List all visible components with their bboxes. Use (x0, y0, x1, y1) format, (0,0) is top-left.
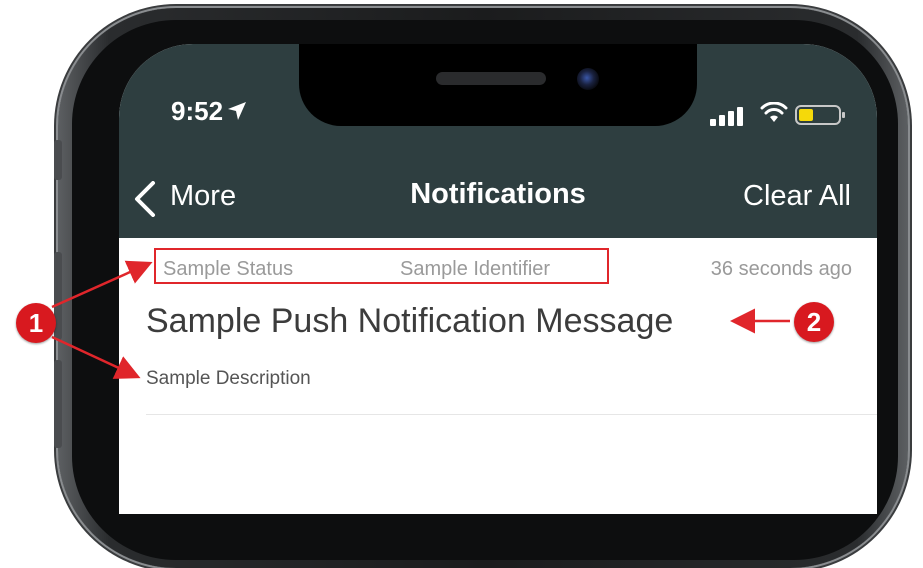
status-time: 9:52 (171, 96, 224, 126)
notification-list: Sample Status Sample Identifier 36 secon… (119, 238, 877, 514)
list-divider (146, 414, 877, 415)
front-camera (577, 68, 599, 90)
notch (299, 44, 697, 126)
clear-all-button[interactable]: Clear All (743, 180, 851, 213)
annotation-badge-1: 1 (16, 303, 56, 343)
notification-timestamp: 36 seconds ago (710, 258, 852, 280)
battery-icon (795, 105, 845, 125)
location-arrow-icon (228, 102, 246, 120)
annotation-highlight-box (154, 248, 609, 284)
annotation-badge-2: 2 (794, 302, 834, 342)
notification-message: Sample Push Notification Message (146, 302, 674, 340)
speaker-grille (436, 72, 546, 85)
phone-screen: 9:52 More Notifications Clear All Sample… (119, 44, 877, 514)
signal-icon (710, 107, 743, 126)
side-button-top (54, 140, 62, 180)
side-button-volume-down (54, 360, 62, 448)
notification-description: Sample Description (146, 368, 311, 389)
nav-header: 9:52 More Notifications Clear All (119, 44, 877, 238)
wifi-icon (760, 102, 788, 122)
